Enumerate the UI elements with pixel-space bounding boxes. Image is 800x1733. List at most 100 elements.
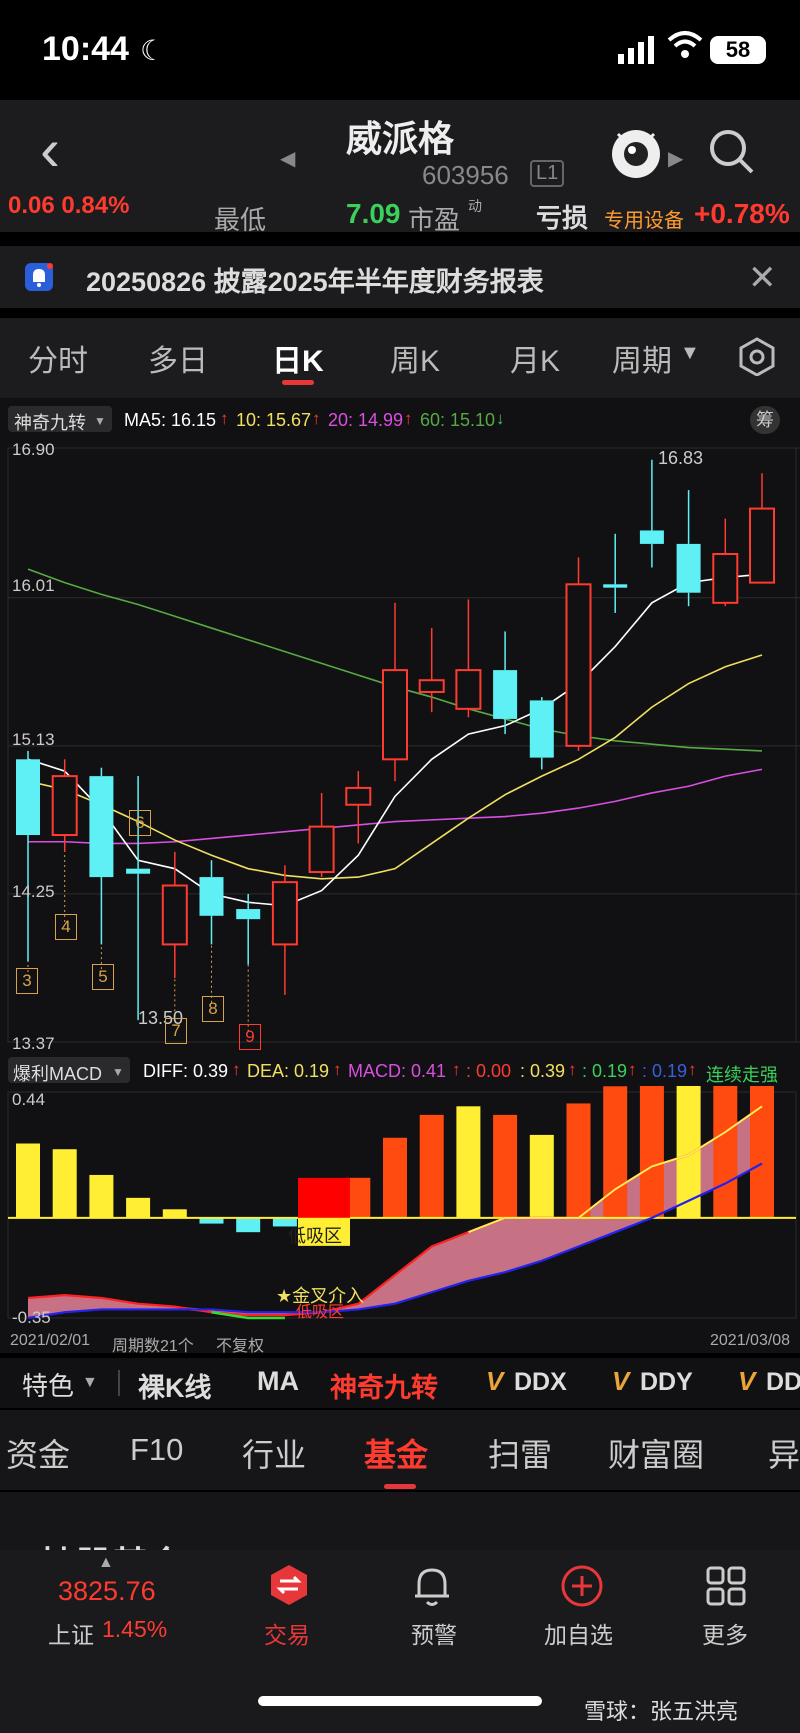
nine-turn-marker: 9 <box>239 1024 261 1050</box>
tab-monthly-k[interactable]: 月K <box>510 336 560 380</box>
tab-period[interactable]: 周期 <box>612 336 672 380</box>
candle-body <box>493 670 518 719</box>
period-count: 周期数21个 <box>112 1338 194 1355</box>
search-icon[interactable] <box>706 126 756 181</box>
bell-icon <box>24 262 54 297</box>
index-value[interactable]: 3825.76 <box>58 1576 156 1607</box>
low-zone-label: 低吸区 <box>296 1304 345 1321</box>
candlestick-chart[interactable] <box>0 438 800 1050</box>
stock-code: 603956 <box>422 160 509 190</box>
price-axis-label: 16.01 <box>12 576 55 595</box>
feature-dd[interactable]: DD <box>766 1368 800 1397</box>
grid-icon <box>706 1566 746 1606</box>
feature-ddy[interactable]: DDY <box>640 1368 693 1397</box>
announcement-bar[interactable]: 20250826 披露2025年半年度财务报表 ✕ <box>0 246 800 308</box>
nav-add-watchlist[interactable]: 加自选 <box>528 1560 648 1660</box>
settings-hexagon-icon[interactable] <box>738 336 776 381</box>
nav-alert-label: 预警 <box>411 1622 457 1648</box>
macd-histogram-bar <box>713 1086 738 1218</box>
trade-icon <box>271 1565 307 1605</box>
macd-histogram-bar <box>639 1086 664 1218</box>
active-subtab-indicator <box>384 1484 416 1489</box>
chevron-down-icon[interactable]: ▼ <box>680 342 700 365</box>
moon-icon: ☾ <box>140 35 166 66</box>
pe-superscript: 动 <box>468 198 482 214</box>
feature-nine-turn[interactable]: 神奇九转 <box>330 1366 438 1405</box>
macd-histogram-bar <box>676 1086 701 1218</box>
macd-histogram-bar <box>16 1143 40 1218</box>
quote-strip: 0.06 0.84% 最低 7.09 市盈 动 亏损 专用设备 +0.78% <box>0 196 800 232</box>
watermark: 雪球：张五洪亮 <box>584 1699 739 1724</box>
nav-alert[interactable]: 预警 <box>375 1560 495 1660</box>
low-label: 最低 <box>214 205 267 232</box>
sector-change: +0.78% <box>694 198 790 229</box>
close-icon[interactable]: ✕ <box>748 258 777 298</box>
up-arrow-icon: ↑ <box>232 1060 241 1079</box>
macd-indicator-name: 爆利MACD <box>13 1064 102 1084</box>
prev-stock-icon[interactable]: ◀ <box>280 146 295 171</box>
macd-histogram-bar <box>603 1086 628 1218</box>
price-axis-label: 13.37 <box>12 1034 55 1053</box>
low-value: 7.09 <box>346 198 401 229</box>
special-selector[interactable]: 特色 <box>22 1366 74 1403</box>
end-date: 2021/03/08 <box>710 1332 791 1349</box>
next-stock-icon[interactable]: ▶ <box>668 146 683 171</box>
nine-turn-marker: 3 <box>16 968 38 994</box>
tab-funds-flow[interactable]: 资金 <box>6 1430 70 1476</box>
macd-histogram-bar <box>126 1197 151 1218</box>
tab-abnormal[interactable]: 异 <box>768 1430 800 1476</box>
content-peek: 持股基金 <box>0 1492 800 1552</box>
caret-up-icon: ▲ <box>98 1554 114 1571</box>
signal-block-red <box>298 1177 350 1218</box>
nav-trade[interactable]: 交易 <box>228 1560 348 1660</box>
candle-body <box>603 584 628 588</box>
up-arrow-icon: ↑ <box>452 1060 461 1079</box>
price-change: 0.06 0.84% <box>8 196 130 219</box>
tab-minesweeper[interactable]: 扫雷 <box>488 1430 552 1476</box>
info-tabs: 资金 F10 行业 基金 扫雷 财富圈 异 <box>0 1410 800 1490</box>
tab-industry[interactable]: 行业 <box>242 1430 306 1476</box>
tab-f10[interactable]: F10 <box>130 1432 183 1468</box>
adjust-mode[interactable]: 不复权 <box>216 1332 264 1356</box>
macd-chart[interactable] <box>0 1086 800 1326</box>
up-arrow-icon: ↑ <box>404 409 413 428</box>
period-tabs: 分时 多日 日K 周K 月K 周期 ▼ <box>0 318 800 398</box>
feature-bare-k[interactable]: 裸K线 <box>138 1366 212 1405</box>
index-name: 上证 <box>48 1622 94 1648</box>
macd-histogram-bar <box>456 1106 481 1218</box>
nine-turn-marker: 8 <box>202 996 224 1022</box>
diff-value: DIFF: 0.39 <box>143 1061 229 1081</box>
wifi-icon <box>667 30 703 68</box>
chip-button[interactable]: 筹 <box>750 406 780 434</box>
candle-body <box>161 884 188 946</box>
home-indicator <box>258 1696 542 1706</box>
macd-extra-4: : 0.19 <box>642 1061 688 1081</box>
ma60-value: 60: 15.10 <box>420 410 496 430</box>
macd-histogram-bar <box>493 1114 518 1218</box>
tab-multiday[interactable]: 多日 <box>148 336 208 380</box>
nav-more[interactable]: 更多 <box>676 1560 776 1660</box>
feature-ddx[interactable]: DDX <box>514 1368 567 1397</box>
candle-body <box>199 877 224 916</box>
announcement-text: 20250826 披露2025年半年度财务报表 <box>86 267 544 297</box>
indicator-bar: 神奇九转 ▼ MA5: 16.15 ↑ 10: 15.67 ↑ 20: 14.9… <box>0 404 800 436</box>
tab-wealth-circle[interactable]: 财富圈 <box>608 1430 704 1476</box>
tab-intraday[interactable]: 分时 <box>28 336 88 380</box>
mascot-icon[interactable] <box>608 124 664 185</box>
feature-ma[interactable]: MA <box>257 1366 299 1397</box>
macd-indicator-bar: 爆利MACD ▼ DIFF: 0.39 ↑ DEA: 0.19 ↑ MACD: … <box>0 1056 800 1086</box>
index-change: 1.45% <box>102 1616 168 1642</box>
candle-body <box>308 825 335 874</box>
macd-axis-top: 0.44 <box>12 1090 46 1109</box>
candle-body <box>639 530 664 544</box>
macd-value: MACD: 0.41 <box>348 1061 447 1081</box>
macd-histogram-bar <box>419 1114 444 1218</box>
tab-weekly-k[interactable]: 周K <box>390 336 440 380</box>
tab-daily-k[interactable]: 日K <box>272 336 324 380</box>
candle-body <box>382 669 408 761</box>
macd-axis-bottom: -0.35 <box>12 1308 51 1327</box>
tab-fund[interactable]: 基金 <box>364 1430 428 1476</box>
vip-icon: V <box>738 1366 756 1396</box>
ma10-value: 10: 15.67 <box>236 410 312 430</box>
status-time: 10:44 <box>42 30 129 68</box>
